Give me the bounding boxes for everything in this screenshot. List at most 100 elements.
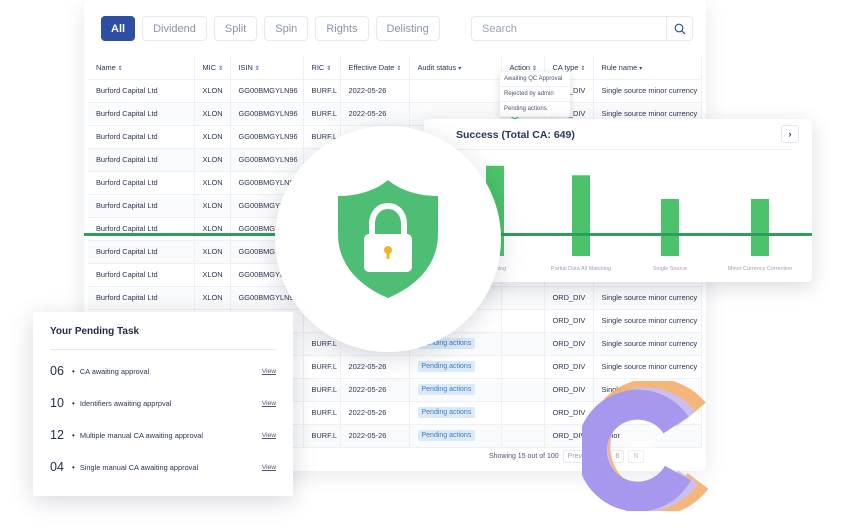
- table-cell: XLON: [194, 217, 231, 241]
- column-header[interactable]: MIC ⇕: [194, 56, 231, 80]
- table-cell: [501, 309, 545, 333]
- security-badge: [275, 126, 501, 352]
- column-header-label: Name: [96, 62, 116, 72]
- table-cell: [501, 355, 545, 379]
- table-cell: GG00BMGYLN96: [230, 125, 304, 149]
- table-cell: Burford Capital Ltd: [88, 217, 195, 241]
- table-cell: Pending actions: [409, 424, 502, 448]
- table-cell: [501, 424, 545, 448]
- pending-task-divider: [50, 349, 276, 350]
- search-box[interactable]: Search: [471, 16, 693, 41]
- table-cell: Pending actions: [409, 378, 502, 402]
- table-cell: BURF.L: [303, 378, 341, 402]
- status-badge: Pending actions: [417, 430, 476, 441]
- bullet-icon: •: [72, 366, 75, 376]
- status-badge: Pending actions: [417, 407, 476, 418]
- task-count: 04: [50, 460, 64, 474]
- column-header-label: MIC: [202, 62, 217, 72]
- table-cell: ORD_DIV: [544, 286, 594, 310]
- table-cell: Burford Capital Ltd: [88, 240, 195, 264]
- table-cell: [409, 79, 502, 103]
- brand-logo-icon: [582, 381, 709, 511]
- filter-spin-chip[interactable]: Spin: [264, 16, 309, 41]
- sort-icon[interactable]: ⇕: [326, 66, 331, 72]
- table-cell: GG00BMGYLN96: [230, 79, 304, 103]
- column-header-label: Action: [509, 62, 531, 72]
- table-cell: Burford Capital Ltd: [88, 286, 195, 310]
- column-header[interactable]: Rule name ▾: [593, 56, 702, 80]
- table-cell: Single source minor currency: [593, 355, 702, 379]
- filter-split-chip[interactable]: Split: [213, 16, 258, 41]
- table-cell: GG00BMGYLN96: [230, 148, 304, 172]
- column-header[interactable]: ISIN ⇕: [230, 56, 304, 80]
- task-label: Single manual CA awaiting approval: [79, 462, 199, 472]
- filter-bar: All Dividend Split Spin Rights Delisting: [101, 16, 440, 41]
- table-cell: Burford Capital Ltd: [88, 79, 195, 103]
- table-cell: [501, 401, 545, 425]
- view-link[interactable]: View: [262, 368, 276, 375]
- table-cell: XLON: [194, 102, 231, 126]
- view-link[interactable]: View: [262, 432, 276, 439]
- table-cell: XLON: [194, 194, 231, 218]
- column-header-label: Rule name: [601, 62, 638, 72]
- chart-divider: [444, 149, 792, 150]
- table-cell: 2022-05-26: [340, 355, 410, 379]
- column-header-label: Effective Date: [348, 62, 395, 72]
- table-cell: 2022-05-26: [340, 102, 410, 126]
- column-header-label: RIC: [311, 62, 325, 72]
- column-header[interactable]: Effective Date ⇕: [340, 56, 410, 80]
- status-badge: Pending actions: [417, 384, 476, 395]
- column-header[interactable]: Name ⇕: [88, 56, 195, 80]
- audit-option-awaiting-qc[interactable]: Awaiting QC Approval: [500, 72, 570, 87]
- table-cell: ORD_DIV: [544, 355, 594, 379]
- search-button[interactable]: [666, 17, 692, 40]
- column-header[interactable]: Audit status ▾: [409, 56, 502, 80]
- sort-icon[interactable]: ⇕: [580, 66, 585, 72]
- task-count: 12: [50, 428, 64, 442]
- chart-bar: [661, 199, 679, 256]
- view-link[interactable]: View: [262, 400, 276, 407]
- filter-delisting-chip[interactable]: Delisting: [375, 16, 440, 41]
- table-cell: XLON: [194, 171, 231, 195]
- table-cell: XLON: [194, 125, 231, 149]
- audit-option-pending[interactable]: Pending actions: [500, 102, 570, 117]
- column-header-label: ISIN: [238, 62, 253, 72]
- pending-task-card: Your Pending Task 06 • CA awaiting appro…: [33, 312, 293, 496]
- task-label: Multiple manual CA awaiting approval: [79, 430, 204, 440]
- table-cell: [501, 378, 545, 402]
- table-cell: XLON: [194, 286, 231, 310]
- search-input[interactable]: Search: [472, 23, 666, 35]
- chart-bar: [572, 175, 590, 256]
- pending-task-item: 12 • Multiple manual CA awaiting approva…: [50, 425, 276, 445]
- chevron-down-icon[interactable]: ▾: [458, 66, 461, 72]
- table-cell: Single source minor currency: [593, 286, 702, 310]
- chevron-right-icon[interactable]: ›: [781, 125, 799, 143]
- filter-rights-chip[interactable]: Rights: [315, 16, 369, 41]
- sort-icon[interactable]: ⇕: [118, 66, 123, 72]
- table-row[interactable]: Burford Capital Ltd XLON GG00BMGYLN96 BURF.…: [88, 79, 702, 103]
- table-cell: Single source minor currency: [593, 79, 702, 103]
- bullet-icon: •: [72, 398, 75, 408]
- sort-icon[interactable]: ⇕: [255, 66, 260, 72]
- table-cell: ORD_DIV: [544, 332, 594, 356]
- column-header[interactable]: RIC ⇕: [303, 56, 341, 80]
- chevron-down-icon[interactable]: ▾: [639, 66, 642, 72]
- table-cell: 2022-05-26: [340, 79, 410, 103]
- pagination-summary: Showing 15 out of 100: [489, 453, 559, 460]
- table-cell: Burford Capital Ltd: [88, 194, 195, 218]
- task-label: Identifiers awaiting apprpval: [79, 398, 172, 408]
- filter-all-chip[interactable]: All: [101, 16, 136, 41]
- table-cell: XLON: [194, 148, 231, 172]
- table-cell: Single source minor currency: [593, 332, 702, 356]
- view-link[interactable]: View: [262, 464, 276, 471]
- filter-dividend-chip[interactable]: Dividend: [142, 16, 207, 41]
- sort-icon[interactable]: ⇕: [396, 66, 401, 72]
- sort-icon[interactable]: ⇕: [218, 66, 223, 72]
- table-cell: Pending actions: [409, 355, 502, 379]
- table-cell: BURF.L: [303, 102, 341, 126]
- sort-icon[interactable]: ⇕: [532, 66, 537, 72]
- table-cell: BURF.L: [303, 424, 341, 448]
- table-cell: 2022-05-26: [340, 401, 410, 425]
- audit-option-rejected[interactable]: Rejected by admin: [500, 87, 570, 102]
- column-header-label: Audit status: [417, 62, 457, 72]
